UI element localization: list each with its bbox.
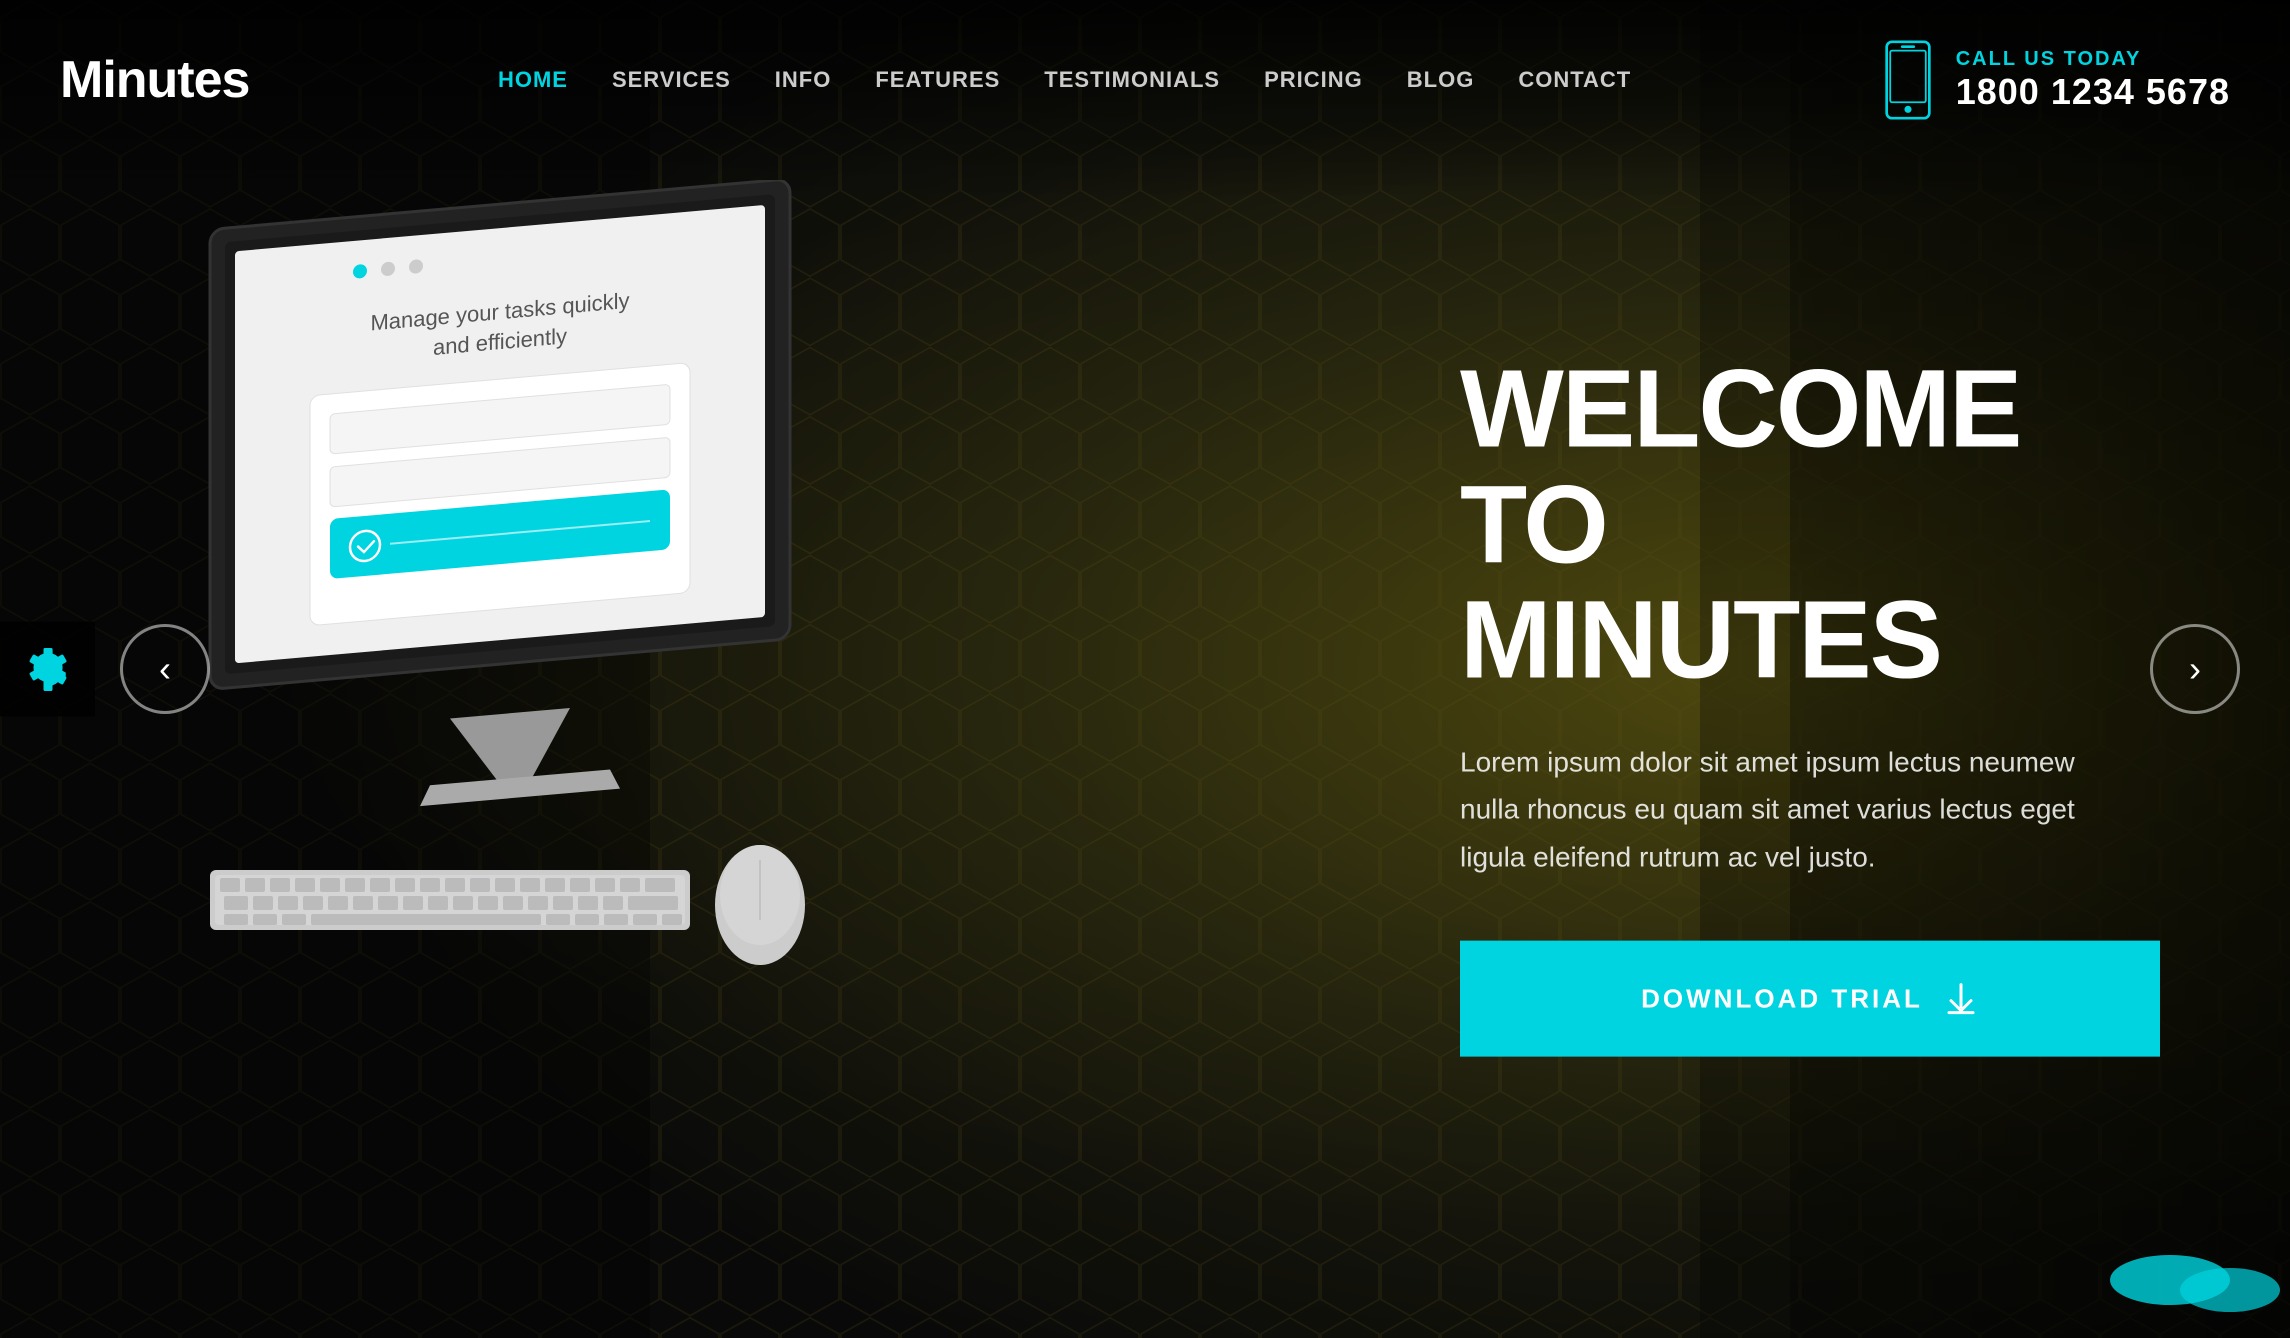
download-icon [1943,981,1979,1017]
nav-item-pricing[interactable]: PRICING [1264,67,1363,93]
call-label: CALL US TODAY [1956,48,2230,71]
hero-title-line1: WELCOME TO [1460,348,2020,586]
header: Minutes HOME SERVICES INFO FEATURES TESTIMON… [0,0,2290,160]
hero-content: WELCOME TO MINUTES Lorem ipsum dolor sit… [1460,352,2160,1057]
next-arrow-icon: › [2189,648,2201,690]
phone-text-block: CALL US TODAY 1800 1234 5678 [1956,48,2230,113]
phone-section: CALL US TODAY 1800 1234 5678 [1880,40,2230,120]
nav-item-blog[interactable]: BLOG [1407,67,1475,93]
monitor-area: Manage your tasks quickly and efficientl… [90,180,890,1080]
phone-number: 1800 1234 5678 [1956,71,2230,113]
nav-item-home[interactable]: HOME [498,67,568,93]
download-trial-button[interactable]: DOWNLOAD TRIAL [1460,941,2160,1057]
hero-description: Lorem ipsum dolor sit amet ipsum lectus … [1460,738,2080,881]
hero-title-line2: MINUTES [1460,579,1941,702]
nav-item-testimonials[interactable]: TESTIMONIALS [1044,67,1220,93]
monitor-graphic: Manage your tasks quickly and efficientl… [90,180,890,1080]
gear-icon [24,645,72,693]
nav-item-contact[interactable]: CONTACT [1518,67,1631,93]
logo: Minutes [60,50,249,110]
prev-arrow-icon: ‹ [159,648,171,690]
nav-item-features[interactable]: FEATURES [875,67,1000,93]
settings-button[interactable] [0,622,95,717]
download-button-label: DOWNLOAD TRIAL [1641,983,1923,1014]
phone-icon [1880,40,1936,120]
hero-title: WELCOME TO MINUTES [1460,352,2160,698]
prev-slide-button[interactable]: ‹ [120,624,210,714]
nav-item-info[interactable]: INFO [775,67,832,93]
next-slide-button[interactable]: › [2150,624,2240,714]
hero-section: Minutes HOME SERVICES INFO FEATURES TESTIMON… [0,0,2290,1338]
nav-item-services[interactable]: SERVICES [612,67,731,93]
main-nav: HOME SERVICES INFO FEATURES TESTIMONIALS PRIC… [498,67,1631,93]
